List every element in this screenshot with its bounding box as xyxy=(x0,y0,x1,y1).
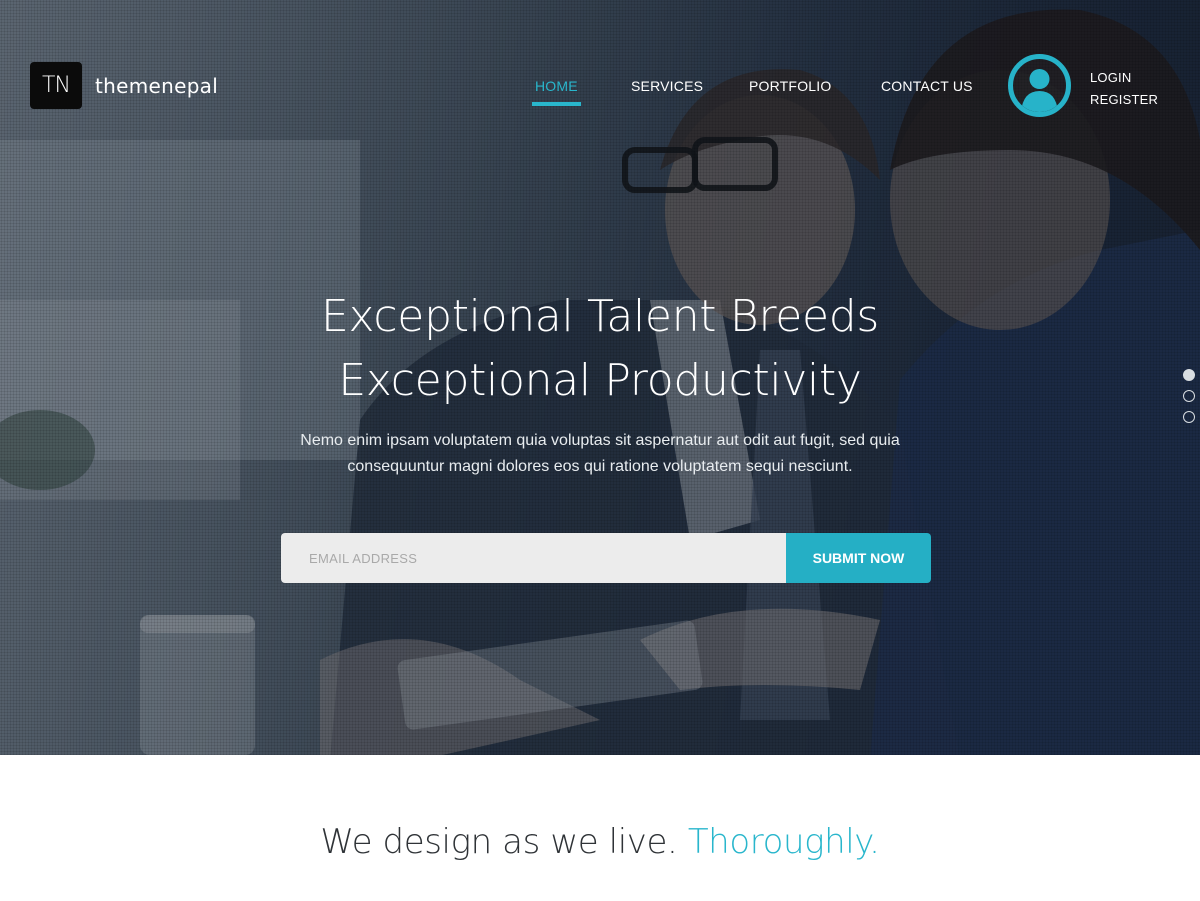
submit-now-button[interactable]: SUBMIT NOW xyxy=(786,533,931,583)
nav-item-home[interactable]: HOME xyxy=(532,78,581,106)
user-silhouette-icon xyxy=(1021,69,1058,112)
slider-dot-2[interactable] xyxy=(1183,390,1195,402)
login-link[interactable]: LOGIN xyxy=(1090,67,1158,89)
hero-subtext: Nemo enim ipsam voluptatem quia voluptas… xyxy=(300,432,900,475)
hero-headline-line-2: Exceptional Productivity xyxy=(338,355,862,406)
nav-item-services[interactable]: SERVICES xyxy=(631,78,703,106)
slider-dot-3[interactable] xyxy=(1183,411,1195,423)
register-link[interactable]: REGISTER xyxy=(1090,89,1158,111)
slider-pagination xyxy=(1183,369,1195,432)
nav-item-contact-us[interactable]: CONTACT US xyxy=(881,78,973,106)
hero-headline: Exceptional Talent Breeds Exceptional Pr… xyxy=(0,285,1200,413)
hero-headline-line-1: Exceptional Talent Breeds xyxy=(320,291,880,342)
tagline-accent: Thoroughly. xyxy=(687,822,880,862)
email-input[interactable] xyxy=(281,533,786,583)
nav-item-portfolio[interactable]: PORTFOLIO xyxy=(749,78,831,106)
section-tagline: We design as we live. Thoroughly. xyxy=(0,822,1200,862)
auth-links: LOGIN REGISTER xyxy=(1090,67,1158,111)
tagline-main: We design as we live. xyxy=(320,822,688,862)
email-subscribe-form: SUBMIT NOW xyxy=(281,533,931,583)
slider-dot-1[interactable] xyxy=(1183,369,1195,381)
user-avatar-icon[interactable] xyxy=(1008,54,1071,117)
